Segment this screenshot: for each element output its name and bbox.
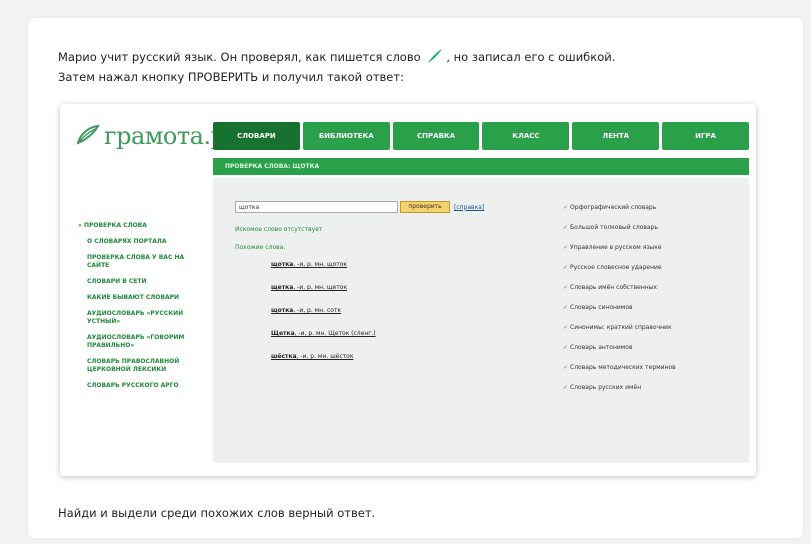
dictionary-label: Орфографический словарь	[570, 204, 657, 211]
nav-tab-help[interactable]: СПРАВКА	[392, 122, 480, 150]
similar-word-option[interactable]: Щетка, -и, р. мн. Щеток (сленг.)	[271, 330, 376, 337]
dictionary-item[interactable]: ✓ Русское словесное ударение	[563, 264, 676, 271]
task-instruction: Найди и выдели среди похожих слов верный…	[58, 506, 376, 520]
content-panel: щотка проверить [справка] Искомое слово …	[213, 178, 749, 463]
variant-form: , -и, р. мн. шёсток	[296, 353, 354, 360]
checkmark-icon: ✓	[563, 244, 569, 251]
nav-tab-feed[interactable]: ЛЕНТА	[572, 122, 660, 150]
similar-word-option[interactable]: щетка, -и, р. мн. щеток	[271, 284, 376, 291]
checkmark-icon: ✓	[563, 364, 569, 371]
similar-words-label: Похожие слова:	[235, 244, 286, 251]
help-link[interactable]: [справка]	[454, 204, 484, 211]
similar-word-option[interactable]: щотка, -и, р. мн. щоток	[271, 261, 376, 268]
dictionary-item[interactable]: ✓ Большой толковый словарь	[563, 224, 676, 231]
sidebar-item-audio-correct[interactable]: АУДИОСЛОВАРЬ «ГОВОРИМ ПРАВИЛЬНО»	[78, 334, 208, 350]
dictionary-item[interactable]: ✓ Словарь имён собственных	[563, 284, 676, 291]
dictionary-label: Управление в русском языке	[570, 244, 662, 251]
sidebar-menu: ПРОВЕРКА СЛОВА О СЛОВАРЯХ ПОРТАЛА ПРОВЕР…	[78, 222, 208, 398]
dictionary-item[interactable]: ✓ Словарь антонимов	[563, 344, 676, 351]
top-nav: СЛОВАРИ БИБЛИОТЕКА СПРАВКА КЛАСС ЛЕНТА И…	[213, 122, 749, 150]
question-part1: Марио учит русский язык. Он проверял, ка…	[58, 50, 425, 64]
sidebar-item-types[interactable]: КАКИЕ БЫВАЮТ СЛОВАРИ	[78, 294, 208, 302]
check-button[interactable]: проверить	[400, 201, 450, 213]
variant-word: щетка	[271, 284, 294, 291]
checkmark-icon: ✓	[563, 384, 569, 391]
gramota-screenshot: грамота.ру СЛОВАРИ БИБЛИОТЕКА СПРАВКА КЛ…	[60, 104, 756, 476]
dictionary-label: Русское словесное ударение	[570, 264, 662, 271]
checkmark-icon: ✓	[563, 284, 569, 291]
variant-form: , -и, р. мн. щоток	[293, 261, 348, 268]
nav-tab-class[interactable]: КЛАСС	[482, 122, 570, 150]
dictionary-label: Словарь синонимов	[570, 304, 633, 311]
search-row: щотка проверить [справка]	[235, 201, 484, 213]
sidebar-item-argo[interactable]: СЛОВАРЬ РУССКОГО АРГО	[78, 382, 208, 390]
variant-form: , -и, р. мн. Щеток (сленг.)	[294, 330, 376, 337]
checkmark-icon: ✓	[563, 204, 569, 211]
dictionary-item[interactable]: ✓ Синонимы: краткий справочник	[563, 324, 676, 331]
dictionary-label: Словарь методических терминов	[570, 364, 676, 371]
similar-words-list: щотка, -и, р. мн. щоток щетка, -и, р. мн…	[271, 261, 376, 376]
dictionary-label: Большой толковый словарь	[570, 224, 658, 231]
dictionary-item[interactable]: ✓ Словарь синонимов	[563, 304, 676, 311]
nav-tab-library[interactable]: БИБЛИОТЕКА	[302, 122, 390, 150]
checkmark-icon: ✓	[563, 344, 569, 351]
similar-word-option[interactable]: шёстка, -и, р. мн. шёсток	[271, 353, 376, 360]
variant-word: щотка	[271, 307, 294, 314]
variant-form: , -и, р. мн. щеток	[293, 284, 348, 291]
dictionary-item[interactable]: ✓ Управление в русском языке	[563, 244, 676, 251]
dictionary-item[interactable]: ✓ Словарь русских имён	[563, 384, 676, 391]
feather-icon	[428, 49, 443, 63]
sidebar-item-check-word[interactable]: ПРОВЕРКА СЛОВА	[78, 222, 208, 230]
checkmark-icon: ✓	[563, 264, 569, 271]
dictionary-item[interactable]: ✓ Словарь методических терминов	[563, 364, 676, 371]
sidebar-item-audio-oral[interactable]: АУДИОСЛОВАРЬ «РУССКИЙ УСТНЫЙ»	[78, 310, 208, 326]
dictionary-label: Словарь русских имён	[570, 384, 642, 391]
dictionary-item[interactable]: ✓ Орфографический словарь	[563, 204, 676, 211]
variant-form: , -и, р. мн. сотк	[293, 307, 342, 314]
nav-tab-game[interactable]: ИГРА	[662, 122, 749, 150]
variant-word: шёстка	[271, 353, 297, 360]
logo-icon	[76, 124, 100, 145]
search-input[interactable]: щотка	[235, 201, 398, 213]
variant-word: щотка	[271, 261, 294, 268]
sidebar-item-church[interactable]: СЛОВАРЬ ПРАВОСЛАВНОЙ ЦЕРКОВНОЙ ЛЕКСИКИ	[78, 358, 208, 374]
dictionary-list: ✓ Орфографический словарь ✓ Большой толков…	[563, 204, 676, 404]
sidebar-item-about[interactable]: О СЛОВАРЯХ ПОРТАЛА	[78, 238, 208, 246]
checkmark-icon: ✓	[563, 324, 569, 331]
checkmark-icon: ✓	[563, 224, 569, 231]
dictionary-label: Синонимы: краткий справочник	[570, 324, 672, 331]
dictionary-label: Словарь антонимов	[570, 344, 633, 351]
sidebar-item-widget[interactable]: ПРОВЕРКА СЛОВА У ВАС НА САЙТЕ	[78, 254, 208, 270]
not-found-message: Искомое слово отсутствует	[235, 226, 323, 233]
nav-tab-dictionaries[interactable]: СЛОВАРИ	[213, 122, 300, 150]
variant-word: Щетка	[271, 330, 295, 337]
page-subheader: ПРОВЕРКА СЛОВА: ЩОТКА	[213, 158, 749, 175]
checkmark-icon: ✓	[563, 304, 569, 311]
similar-word-option[interactable]: щотка, -и, р. мн. сотк	[271, 307, 376, 314]
dictionary-label: Словарь имён собственных	[570, 284, 657, 291]
question-text: Марио учит русский язык. Он проверял, ка…	[58, 47, 638, 87]
sidebar-item-online[interactable]: СЛОВАРИ В СЕТИ	[78, 278, 208, 286]
